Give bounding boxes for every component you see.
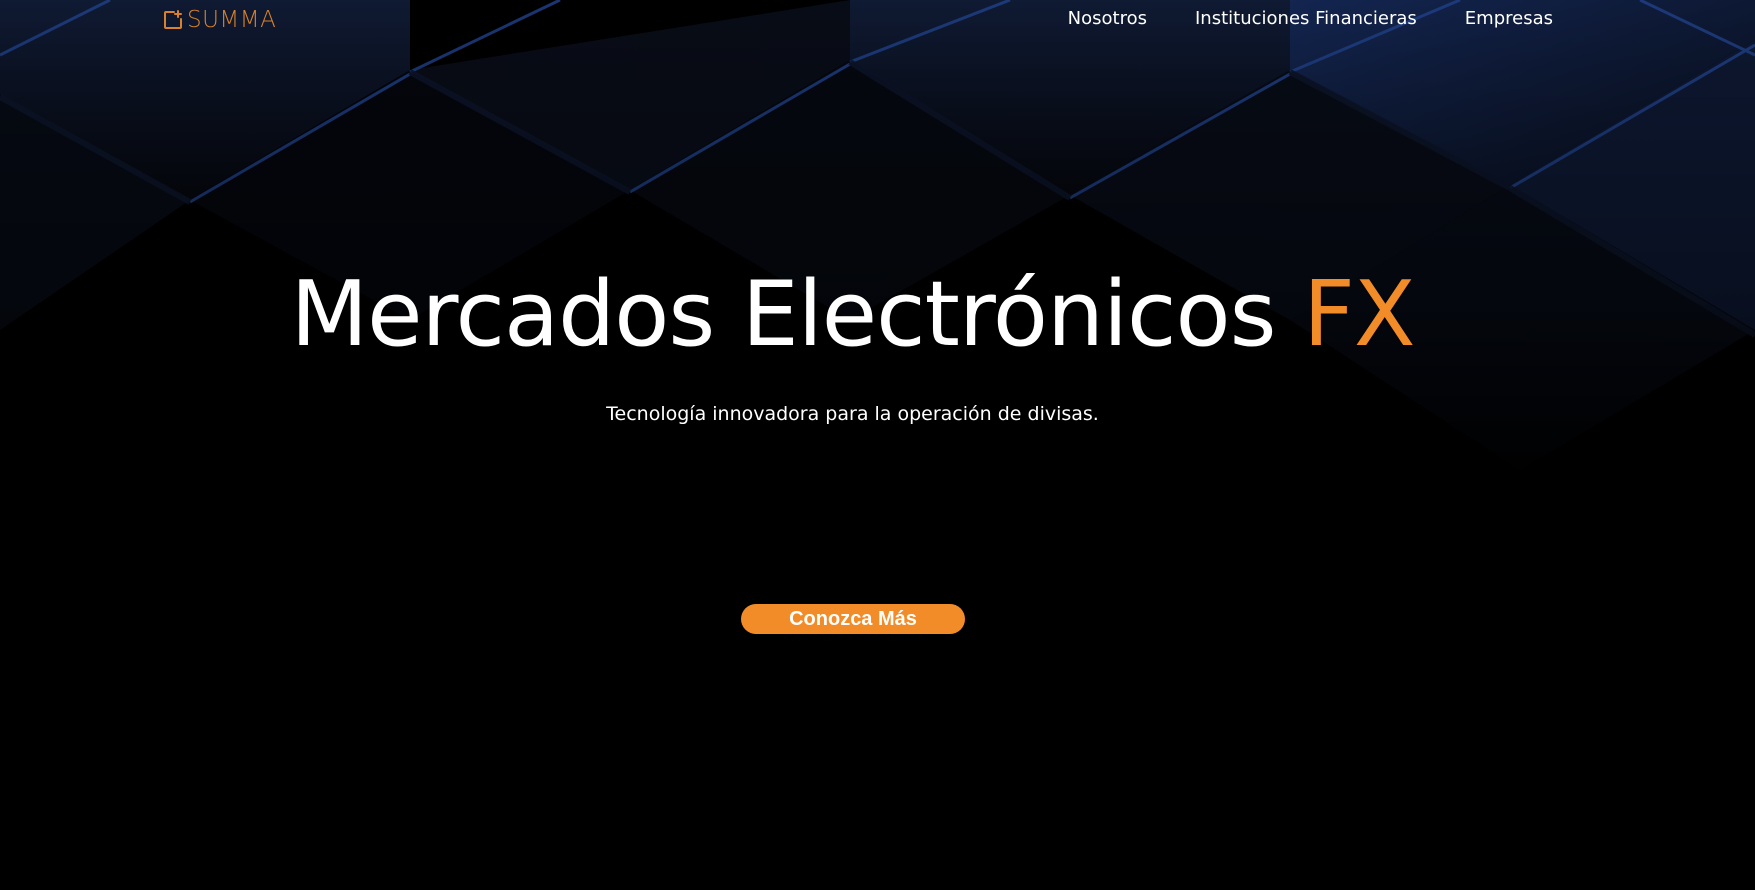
nav-link-nosotros[interactable]: Nosotros (1068, 8, 1147, 30)
hero-subtitle: Tecnología innovadora para la operación … (606, 403, 1099, 425)
hero-title-accent: FX (1303, 262, 1415, 367)
brand-name: SUMMA (187, 7, 277, 33)
top-navigation-bar: SUMMA Nosotros Instituciones Financieras… (0, 0, 1755, 40)
nav-link-empresas[interactable]: Empresas (1465, 8, 1553, 30)
hero-background-pattern (0, 0, 1755, 890)
hero-title: Mercados Electrónicos FX (0, 260, 1705, 370)
hero-title-main: Mercados Electrónicos (290, 262, 1277, 367)
summa-logo[interactable]: SUMMA (163, 7, 276, 33)
conozca-mas-button[interactable]: Conozca Más (741, 604, 965, 634)
main-nav: Nosotros Instituciones Financieras Empre… (1068, 8, 1553, 30)
document-plus-icon (163, 10, 183, 30)
nav-link-instituciones-financieras[interactable]: Instituciones Financieras (1195, 8, 1417, 30)
